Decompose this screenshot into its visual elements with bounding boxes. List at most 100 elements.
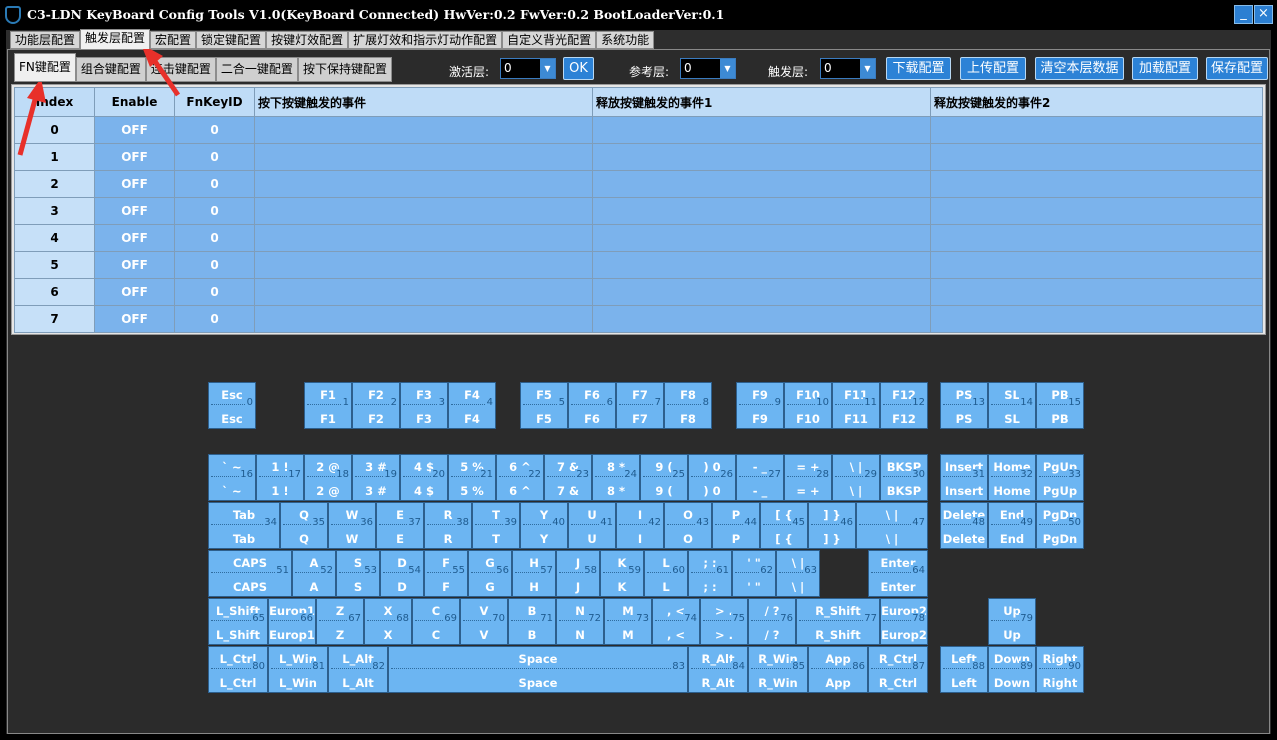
key-17[interactable]: 1 ! 17 1 !	[256, 454, 304, 501]
key-25[interactable]: 9 (25 9 (	[640, 454, 688, 501]
key-12[interactable]: F12 12 F12	[880, 382, 928, 429]
key-54[interactable]: D 54 D	[380, 550, 424, 597]
key-10[interactable]: F10 10 F10	[784, 382, 832, 429]
table-cell[interactable]: 0	[174, 278, 255, 306]
key-23[interactable]: 7 & 23 7 &	[544, 454, 592, 501]
table-cell[interactable]	[592, 278, 931, 306]
load-config-button[interactable]: 加载配置	[1132, 57, 1198, 80]
table-cell[interactable]	[592, 197, 931, 225]
key-5[interactable]: F5 5 F5	[520, 382, 568, 429]
chevron-down-icon[interactable]: ▼	[720, 59, 735, 78]
key-57[interactable]: H 57 H	[512, 550, 556, 597]
key-4[interactable]: F4 4 F4	[448, 382, 496, 429]
key-80[interactable]: L_Ctrl 80 L_Ctrl	[208, 646, 268, 693]
table-cell[interactable]: OFF	[94, 143, 175, 171]
top-tab-2[interactable]: 宏配置	[150, 31, 197, 49]
key-86[interactable]: App 86 App	[808, 646, 868, 693]
key-76[interactable]: / ? 76/ ?	[748, 598, 796, 645]
top-tab-0[interactable]: 功能层配置	[10, 31, 81, 49]
key-83[interactable]: Space 83 Space	[388, 646, 688, 693]
top-tab-4[interactable]: 按键灯效配置	[266, 31, 349, 49]
key-90[interactable]: Right 90 Right	[1036, 646, 1084, 693]
key-43[interactable]: O 43 O	[664, 502, 712, 549]
clear-layer-button[interactable]: 清空本层数据	[1035, 57, 1124, 80]
key-62[interactable]: ' " 62 ' "	[732, 550, 776, 597]
key-20[interactable]: 4 $20 4 $	[400, 454, 448, 501]
table-cell[interactable]: OFF	[94, 278, 175, 306]
table-cell[interactable]	[930, 224, 1263, 252]
key-3[interactable]: F3 3 F3	[400, 382, 448, 429]
table-cell[interactable]	[254, 305, 593, 333]
key-9[interactable]: F9 9 F9	[736, 382, 784, 429]
table-cell[interactable]: 1	[14, 143, 95, 171]
table-row[interactable]: 3 OFF 0	[14, 197, 1263, 225]
key-64[interactable]: Enter 64 Enter	[868, 550, 928, 597]
key-6[interactable]: F6 6 F6	[568, 382, 616, 429]
table-cell[interactable]	[254, 197, 593, 225]
key-89[interactable]: Down 89 Down	[988, 646, 1036, 693]
key-0[interactable]: Esc 0 Esc	[208, 382, 256, 429]
key-69[interactable]: C 69 C	[412, 598, 460, 645]
key-15[interactable]: PB 15 PB	[1036, 382, 1084, 429]
table-cell[interactable]	[254, 116, 593, 144]
key-44[interactable]: P 44 P	[712, 502, 760, 549]
table-row[interactable]: 4 OFF 0	[14, 224, 1263, 252]
column-header-3[interactable]: 按下按键触发的事件	[254, 87, 593, 117]
key-49[interactable]: End 49 End	[988, 502, 1036, 549]
key-63[interactable]: \ | 63 \ |	[776, 550, 820, 597]
top-tab-3[interactable]: 锁定键配置	[196, 31, 267, 49]
top-tab-7[interactable]: 系统功能	[596, 31, 655, 49]
sub-tab-3[interactable]: 二合一键配置	[215, 57, 298, 82]
key-34[interactable]: Tab 34 Tab	[208, 502, 280, 549]
key-73[interactable]: M 73 M	[604, 598, 652, 645]
table-cell[interactable]: 0	[174, 143, 255, 171]
ref-layer-select[interactable]: 0 ▼	[680, 58, 736, 79]
table-cell[interactable]	[930, 116, 1263, 144]
table-cell[interactable]	[930, 143, 1263, 171]
key-8[interactable]: F8 8 F8	[664, 382, 712, 429]
table-cell[interactable]	[592, 305, 931, 333]
key-77[interactable]: R_Shift 77 R_Shift	[796, 598, 880, 645]
key-61[interactable]: ; :61; :	[688, 550, 732, 597]
key-70[interactable]: V 70 V	[460, 598, 508, 645]
key-32[interactable]: Home 32 Home	[988, 454, 1036, 501]
table-cell[interactable]	[930, 197, 1263, 225]
key-36[interactable]: W 36 W	[328, 502, 376, 549]
key-28[interactable]: = +28 = +	[784, 454, 832, 501]
key-72[interactable]: N 72 N	[556, 598, 604, 645]
table-cell[interactable]: 2	[14, 170, 95, 198]
table-row[interactable]: 6 OFF 0	[14, 278, 1263, 306]
table-cell[interactable]: 0	[174, 251, 255, 279]
key-71[interactable]: B 71 B	[508, 598, 556, 645]
table-cell[interactable]: 0	[174, 116, 255, 144]
key-52[interactable]: A 52 A	[292, 550, 336, 597]
activate-layer-select[interactable]: 0 ▼	[500, 58, 556, 79]
key-82[interactable]: L_Alt 82 L_Alt	[328, 646, 388, 693]
key-50[interactable]: PgDn 50 PgDn	[1036, 502, 1084, 549]
key-18[interactable]: 2 @18 2 @	[304, 454, 352, 501]
key-11[interactable]: F11 11 F11	[832, 382, 880, 429]
key-37[interactable]: E 37 E	[376, 502, 424, 549]
column-header-1[interactable]: Enable	[94, 87, 175, 117]
download-config-button[interactable]: 下载配置	[886, 57, 951, 80]
trigger-layer-select[interactable]: 0 ▼	[820, 58, 876, 79]
key-68[interactable]: X 68 X	[364, 598, 412, 645]
key-85[interactable]: R_Win 85 R_Win	[748, 646, 808, 693]
table-cell[interactable]: OFF	[94, 224, 175, 252]
key-45[interactable]: [ {45[ {	[760, 502, 808, 549]
sub-tab-1[interactable]: 组合键配置	[75, 57, 146, 82]
key-78[interactable]: Europ2 78 Europ2	[880, 598, 928, 645]
table-cell[interactable]	[254, 278, 593, 306]
key-55[interactable]: F 55 F	[424, 550, 468, 597]
key-35[interactable]: Q 35 Q	[280, 502, 328, 549]
minimize-button[interactable]: _	[1234, 5, 1253, 24]
key-40[interactable]: Y 40 Y	[520, 502, 568, 549]
upload-config-button[interactable]: 上传配置	[960, 57, 1026, 80]
key-65[interactable]: L_Shift 65 L_Shift	[208, 598, 268, 645]
table-cell[interactable]: 3	[14, 197, 95, 225]
key-59[interactable]: K 59 K	[600, 550, 644, 597]
key-41[interactable]: U 41 U	[568, 502, 616, 549]
top-tab-1[interactable]: 触发层配置	[80, 29, 151, 49]
key-53[interactable]: S 53 S	[336, 550, 380, 597]
table-cell[interactable]: 6	[14, 278, 95, 306]
